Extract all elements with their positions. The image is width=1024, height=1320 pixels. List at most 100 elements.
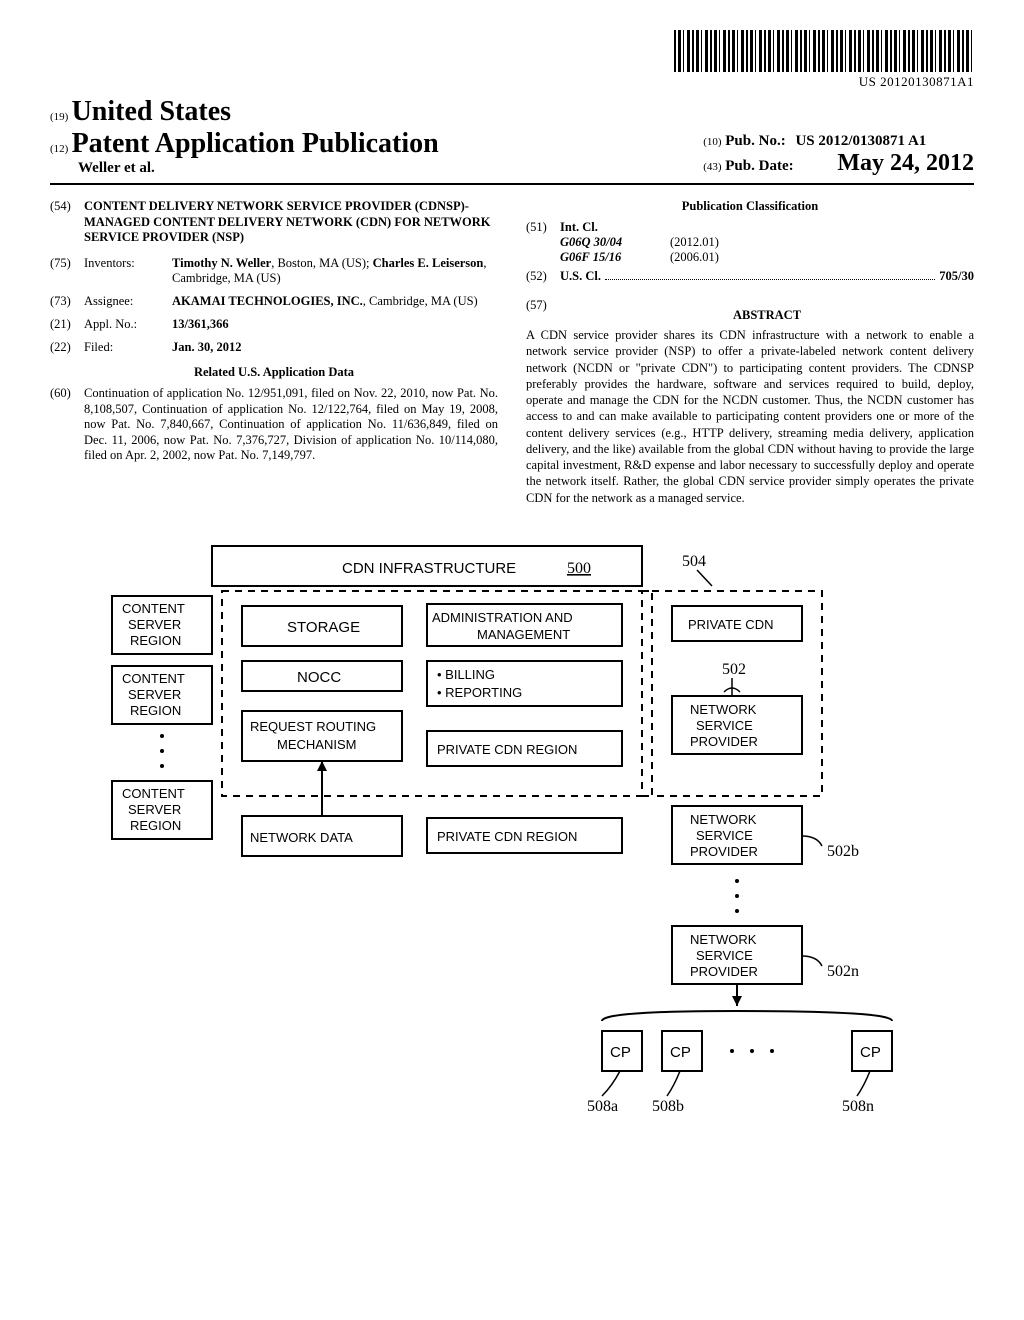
title-54: CONTENT DELIVERY NETWORK SERVICE PROVIDE… <box>84 199 498 246</box>
biblio-columns: (54) CONTENT DELIVERY NETWORK SERVICE PR… <box>50 199 974 506</box>
applno-label: Appl. No.: <box>84 317 172 332</box>
nsp-1-l2: SERVICE <box>696 718 753 733</box>
ref-508n: 508n <box>842 1098 874 1115</box>
intcl-1b: (2012.01) <box>670 235 719 250</box>
figure: CDN INFRASTRUCTURE 500 504 CONTENT SERVE… <box>50 536 974 1136</box>
uscl-code: (52) <box>526 269 560 284</box>
ref-502b: 502b <box>827 843 859 860</box>
cp-b-label: CP <box>670 1044 691 1061</box>
inventor-2: Charles E. Leiserson <box>373 256 484 270</box>
csr-2-l2: SERVER <box>128 687 181 702</box>
pubno: US 2012/0130871 A1 <box>795 133 926 149</box>
nsp-2-l2: SERVICE <box>696 828 753 843</box>
pubdate-label: Pub. Date: <box>725 158 793 174</box>
abstract-code: (57) <box>526 298 560 327</box>
uscl-label: U.S. Cl. <box>560 269 601 284</box>
pubtype-code: (12) <box>50 143 68 155</box>
divider <box>50 183 974 185</box>
csr-n-l1: CONTENT <box>122 786 185 801</box>
pcdn-region-1-label: PRIVATE CDN REGION <box>437 742 577 757</box>
right-column: Publication Classification (51) Int. Cl.… <box>526 199 974 506</box>
netdata-label: NETWORK DATA <box>250 830 353 845</box>
assignee-name: AKAMAI TECHNOLOGIES, INC. <box>172 294 363 308</box>
csr-1-l3: REGION <box>130 633 181 648</box>
nsp-n-l3: PROVIDER <box>690 964 758 979</box>
related-body: Continuation of application No. 12/951,0… <box>84 386 498 464</box>
applno-code: (21) <box>50 317 84 332</box>
figure-svg: CDN INFRASTRUCTURE 500 504 CONTENT SERVE… <box>92 536 932 1136</box>
cdn-infra-title: CDN INFRASTRUCTURE <box>342 560 516 577</box>
ref-508b: 508b <box>652 1098 684 1115</box>
nsp-n-l2: SERVICE <box>696 948 753 963</box>
assignee-loc: , Cambridge, MA (US) <box>363 294 478 308</box>
pubdate: May 24, 2012 <box>837 150 974 176</box>
nsp-1-l3: PROVIDER <box>690 734 758 749</box>
intcl-2b: (2006.01) <box>670 250 719 265</box>
csr-1-l1: CONTENT <box>122 601 185 616</box>
country: United States <box>72 96 231 127</box>
intcl-1: G06Q 30/04 <box>560 235 670 250</box>
inventors-label: Inventors: <box>84 256 172 286</box>
related-code: (60) <box>50 386 84 464</box>
pubno-code: (10) <box>703 136 721 148</box>
nsp-2-l1: NETWORK <box>690 812 757 827</box>
csr-2-l1: CONTENT <box>122 671 185 686</box>
csr-n-l3: REGION <box>130 818 181 833</box>
pcdn-region-2-label: PRIVATE CDN REGION <box>437 829 577 844</box>
ref-500: 500 <box>567 560 591 577</box>
nocc-label: NOCC <box>297 669 341 686</box>
country-code: (19) <box>50 111 68 123</box>
intcl-code: (51) <box>526 220 560 265</box>
barcode <box>674 30 974 72</box>
ref-502: 502 <box>722 661 746 678</box>
intcl-2: G06F 15/16 <box>560 250 670 265</box>
nsp-n-l1: NETWORK <box>690 932 757 947</box>
inventor-1: Timothy N. Weller <box>172 256 271 270</box>
title-code: (54) <box>50 199 84 246</box>
authors-line: Weller et al. <box>78 160 439 177</box>
pubdate-code: (43) <box>703 161 721 173</box>
ref-504: 504 <box>682 553 706 570</box>
admin-l2: MANAGEMENT <box>477 627 570 642</box>
intcl-label: Int. Cl. <box>560 220 598 234</box>
filed-value: Jan. 30, 2012 <box>172 340 241 354</box>
header-row: (19) United States (12) Patent Applicati… <box>50 96 974 177</box>
left-column: (54) CONTENT DELIVERY NETWORK SERVICE PR… <box>50 199 498 506</box>
pub-id-under-barcode: US 20120130871A1 <box>859 74 974 90</box>
related-head: Related U.S. Application Data <box>50 365 498 380</box>
rr-l2: MECHANISM <box>277 737 356 752</box>
filed-code: (22) <box>50 340 84 355</box>
intcl-block: (51) Int. Cl. G06Q 30/04(2012.01) G06F 1… <box>526 220 974 265</box>
storage-label: STORAGE <box>287 619 360 636</box>
assignee-code: (73) <box>50 294 84 309</box>
inventors-code: (75) <box>50 256 84 286</box>
filed-label: Filed: <box>84 340 172 355</box>
rr-l1: REQUEST ROUTING <box>250 719 376 734</box>
cp-a-label: CP <box>610 1044 631 1061</box>
pubno-label: Pub. No.: <box>725 133 785 149</box>
inventors-value: Timothy N. Weller, Boston, MA (US); Char… <box>172 256 498 286</box>
nsp-1-l1: NETWORK <box>690 702 757 717</box>
reporting-label: • REPORTING <box>437 685 522 700</box>
private-cdn-label: PRIVATE CDN <box>688 617 773 632</box>
cp-n-label: CP <box>860 1044 881 1061</box>
admin-l1: ADMINISTRATION AND <box>432 610 573 625</box>
inventor-1-loc: , Boston, MA (US); <box>271 256 372 270</box>
ref-508a: 508a <box>587 1098 618 1115</box>
billing-label: • BILLING <box>437 667 495 682</box>
assignee-value: AKAMAI TECHNOLOGIES, INC., Cambridge, MA… <box>172 294 478 309</box>
csr-n-l2: SERVER <box>128 802 181 817</box>
nsp-2-l3: PROVIDER <box>690 844 758 859</box>
uscl-val: 705/30 <box>939 269 974 284</box>
barcode-block: US 20120130871A1 <box>50 30 974 90</box>
uscl-dots <box>605 279 935 280</box>
abstract-body: A CDN service provider shares its CDN in… <box>526 327 974 506</box>
csr-1-l2: SERVER <box>128 617 181 632</box>
pubtype: Patent Application Publication <box>72 128 439 159</box>
abstract-head: ABSTRACT <box>560 308 974 323</box>
csr-2-l3: REGION <box>130 703 181 718</box>
ref-502n: 502n <box>827 963 859 980</box>
applno-value: 13/361,366 <box>172 317 229 331</box>
pubclass-head: Publication Classification <box>526 199 974 214</box>
assignee-label: Assignee: <box>84 294 172 309</box>
